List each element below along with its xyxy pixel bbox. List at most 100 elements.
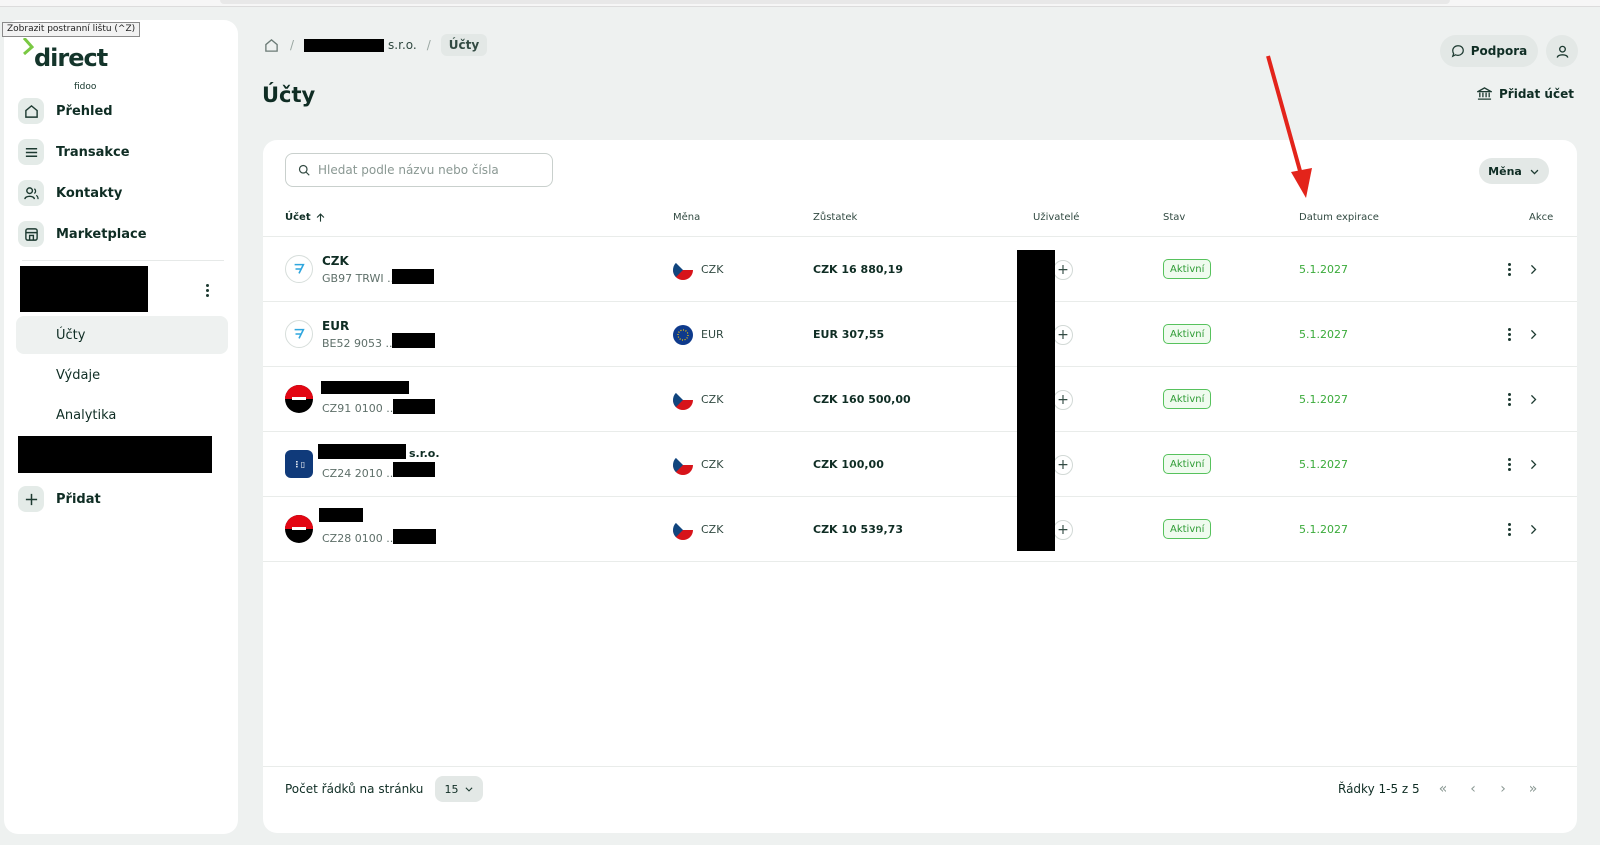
status-badge: Aktivní [1163,389,1212,409]
add-user-button[interactable]: + [1053,325,1073,345]
breadcrumb-home-icon[interactable] [262,36,280,54]
footer-divider [263,766,1577,767]
prev-page-icon[interactable]: ‹ [1463,778,1483,800]
bank-icon [1477,87,1492,100]
account-name-suffix: s.r.o. [409,447,440,460]
sidebar-item-kontakty[interactable]: Kontakty [18,176,228,210]
row-menu-icon[interactable] [1501,261,1517,277]
sort-asc-icon [316,213,324,222]
chevron-down-icon [464,787,473,792]
redacted-account-number [393,462,435,477]
add-account-label: Přidat účet [1499,86,1574,101]
sidebar-item-label: Kontakty [56,185,123,201]
search-input[interactable] [318,163,548,177]
add-user-button[interactable]: + [1053,390,1073,410]
accounts-card: Měna Účet Měna Zůstatek Uživatelé Stav D… [263,140,1577,833]
account-currency: CZK [701,458,724,471]
browser-top-strip [0,0,1600,7]
support-button[interactable]: Podpora [1440,35,1538,67]
user-icon [1556,45,1568,58]
table-row[interactable]: CZK GB97 TRWI ... CZK CZK 16 880,19 + Ak… [263,237,1577,301]
row-menu-icon[interactable] [1501,326,1517,342]
account-currency: CZK [701,393,724,406]
redacted-account-name [318,444,406,459]
column-header-expiry: Datum expirace [1299,212,1379,223]
company-menu-icon[interactable] [199,282,215,298]
add-user-button[interactable]: + [1053,520,1073,540]
row-menu-icon[interactable] [1501,521,1517,537]
expiry-date: 5.1.2027 [1299,458,1348,471]
fio-bank-logo-icon: ⋮▯ [285,450,313,478]
rows-per-page-select[interactable]: 15 [435,776,483,802]
sidebar-add-button[interactable]: Přidat [18,482,228,516]
row-divider [263,561,1577,562]
home-icon [18,98,44,124]
logo-sub: fidoo [74,82,97,92]
account-number: CZ91 0100 ... [322,402,397,415]
last-page-icon[interactable]: » [1523,778,1543,800]
chevron-right-icon[interactable] [1525,391,1541,407]
breadcrumb-current: Účty [440,34,488,56]
expiry-date: 5.1.2027 [1299,263,1348,276]
column-header-account[interactable]: Účet [285,212,326,223]
pagination-range: Řádky 1-5 z 5 [1338,782,1420,796]
chevron-right-icon[interactable] [1525,521,1541,537]
contacts-icon [18,180,44,206]
plus-icon [18,486,44,512]
redacted-second-company [18,436,212,473]
account-balance: EUR 307,55 [813,328,885,341]
next-page-icon[interactable]: › [1493,778,1513,800]
chevron-right-icon[interactable] [1525,261,1541,277]
expiry-date: 5.1.2027 [1299,328,1348,341]
add-user-button[interactable]: + [1053,260,1073,280]
table-row[interactable]: CZ28 0100 ... CZK CZK 10 539,73 + Aktivn… [263,497,1577,561]
rows-per-page-value: 15 [444,782,459,796]
row-menu-icon[interactable] [1501,391,1517,407]
status-badge: Aktivní [1163,454,1212,474]
support-label: Podpora [1470,44,1528,58]
table-row[interactable]: CZ91 0100 ... CZK CZK 160 500,00 + Aktiv… [263,367,1577,431]
add-account-button[interactable]: Přidat účet [1477,86,1574,101]
kb-bank-logo-icon [285,515,313,543]
sidebar-item-label: Marketplace [56,226,147,242]
sidebar-subitem-vydaje[interactable]: Výdaje [16,356,228,394]
redacted-account-number [392,333,435,348]
account-number: BE52 9053 ... [322,337,396,350]
rows-per-page-label: Počet řádků na stránku [285,782,424,796]
add-user-button[interactable]: + [1053,455,1073,475]
breadcrumb-company-suffix: s.r.o. [388,38,417,52]
sidebar-subitem-analytika[interactable]: Analytika [16,396,228,434]
profile-button[interactable] [1546,35,1578,67]
sidebar-item-prehled[interactable]: Přehled [18,94,228,128]
chevron-right-icon[interactable] [1525,456,1541,472]
redacted-account-number [393,399,435,414]
table-row[interactable]: ⋮▯ s.r.o. CZ24 2010 ... CZK CZK 100,00 +… [263,432,1577,496]
column-header-status: Stav [1163,212,1186,223]
sidebar-divider [22,260,224,261]
table-row[interactable]: EUR BE52 9053 ... EUR EUR 307,55 + Aktiv… [263,302,1577,366]
sidebar-item-marketplace[interactable]: Marketplace [18,217,228,251]
account-number: CZ24 2010 ... [322,467,397,480]
wise-logo-icon [285,255,313,283]
redacted-company-name [20,266,148,312]
row-menu-icon[interactable] [1501,456,1517,472]
breadcrumb-separator: / [290,38,295,52]
breadcrumb-company[interactable]: s.r.o. [304,38,417,52]
chevron-right-icon[interactable] [1525,326,1541,342]
account-currency: CZK [701,523,724,536]
kb-bank-logo-icon [285,385,313,413]
fidoo-direct-logo[interactable]: direct fidoo [20,38,110,98]
browser-tab[interactable] [220,0,1450,4]
account-currency: CZK [701,263,724,276]
first-page-icon[interactable]: « [1433,778,1453,800]
sidebar-item-transakce[interactable]: Transakce [18,135,228,169]
page-title: Účty [262,83,316,107]
sidebar-subitem-ucty[interactable]: Účty [16,316,228,354]
sidebar-item-label: Transakce [56,144,130,160]
search-field[interactable] [285,153,553,187]
currency-filter-button[interactable]: Měna [1479,158,1549,184]
list-icon [18,139,44,165]
flag-cz-icon [673,260,693,280]
marketplace-icon [18,221,44,247]
account-balance: CZK 160 500,00 [813,393,911,406]
